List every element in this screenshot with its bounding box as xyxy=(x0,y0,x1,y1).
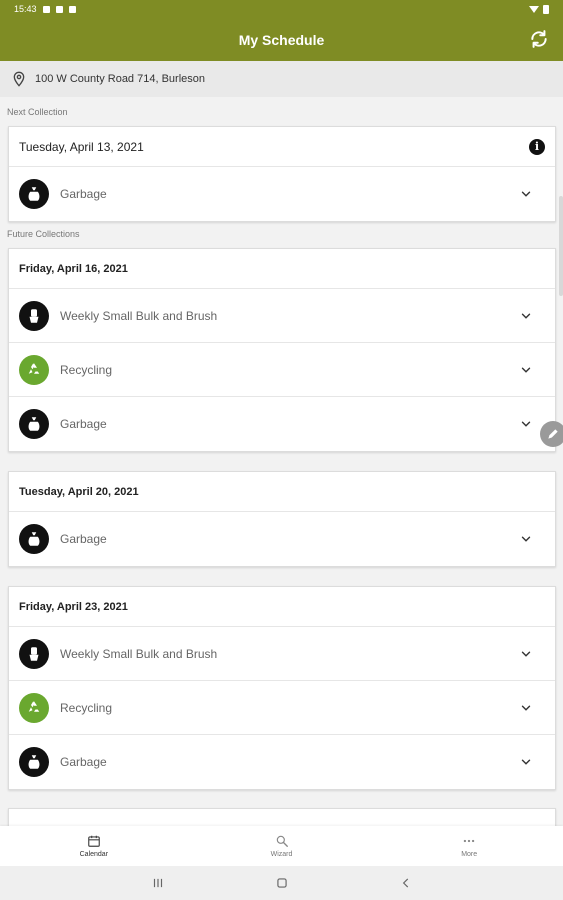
collection-date-header: Friday, April 23, 2021 xyxy=(9,587,555,627)
page-title: My Schedule xyxy=(238,31,325,48)
back-icon[interactable] xyxy=(399,876,413,890)
garbage-bag-icon xyxy=(19,524,49,554)
chevron-down-icon[interactable] xyxy=(519,532,533,546)
collection-item-recycling[interactable]: Recycling xyxy=(9,343,555,397)
recycling-icon xyxy=(19,692,49,723)
collection-item-label: Garbage xyxy=(60,417,107,431)
next-collection-card: Tuesday, April 13, 2021 i Garbage xyxy=(8,126,556,222)
address-text: 100 W County Road 714, Burleson xyxy=(35,73,205,85)
collection-item-garbage[interactable]: Garbage xyxy=(9,512,555,566)
recycling-icon xyxy=(19,354,49,385)
chevron-down-icon[interactable] xyxy=(519,187,533,201)
notification-icon xyxy=(55,5,63,13)
notification-icon xyxy=(42,5,50,13)
bulk-brush-icon xyxy=(19,638,49,669)
collection-date: Tuesday, April 20, 2021 xyxy=(19,485,139,498)
collection-card: Friday, April 23, 2021 Weekly Small Bulk… xyxy=(8,586,556,790)
bottom-nav: Calendar Wizard More xyxy=(0,826,563,866)
garbage-bag-icon xyxy=(19,179,49,209)
collection-item-bulk-brush[interactable]: Weekly Small Bulk and Brush xyxy=(9,289,555,343)
chevron-down-icon[interactable] xyxy=(519,309,533,323)
future-collections-label: Future Collections xyxy=(7,229,80,239)
calendar-icon xyxy=(87,835,100,847)
collection-item-label: Garbage xyxy=(60,532,107,546)
collection-date: Tuesday, April 13, 2021 xyxy=(19,139,144,154)
garbage-bag-icon xyxy=(19,409,49,439)
nav-label: Wizard xyxy=(270,851,293,858)
recent-apps-icon[interactable] xyxy=(151,876,165,890)
nav-more[interactable]: More xyxy=(375,826,563,866)
collection-item-garbage[interactable]: Garbage xyxy=(9,735,555,789)
search-icon xyxy=(276,835,288,847)
chevron-down-icon[interactable] xyxy=(519,647,533,661)
collection-card: Friday, April 16, 2021 Weekly Small Bulk… xyxy=(8,248,556,452)
collection-date-header: Tuesday, April 13, 2021 i xyxy=(9,127,555,167)
collection-date-header: Tuesday, April 20, 2021 xyxy=(9,472,555,512)
status-bar: 15:43 xyxy=(0,0,563,18)
scrollbar[interactable] xyxy=(559,196,563,296)
next-collection-label: Next Collection xyxy=(7,107,68,117)
chevron-down-icon[interactable] xyxy=(519,755,533,769)
address-bar[interactable]: 100 W County Road 714, Burleson xyxy=(0,61,563,97)
nav-wizard[interactable]: Wizard xyxy=(188,826,376,866)
refresh-icon[interactable] xyxy=(529,29,549,49)
bulk-brush-icon xyxy=(19,300,49,331)
edit-button[interactable] xyxy=(540,421,563,447)
status-time: 15:43 xyxy=(14,4,37,14)
garbage-bag-icon xyxy=(19,747,49,777)
collection-date: Friday, April 16, 2021 xyxy=(19,262,128,275)
location-pin-icon xyxy=(13,71,25,87)
collection-item-label: Weekly Small Bulk and Brush xyxy=(60,646,218,661)
nav-label: Calendar xyxy=(79,851,109,858)
collection-item-garbage[interactable]: Garbage xyxy=(9,397,555,451)
collection-item-label: Weekly Small Bulk and Brush xyxy=(60,308,218,323)
collection-item-label: Garbage xyxy=(60,755,107,769)
pencil-icon xyxy=(548,429,558,439)
nav-calendar[interactable]: Calendar xyxy=(0,826,188,866)
collection-item-label: Recycling xyxy=(60,700,113,715)
chevron-down-icon[interactable] xyxy=(519,417,533,431)
collection-item-garbage[interactable]: Garbage xyxy=(9,167,555,221)
collection-date-header: Friday, April 16, 2021 xyxy=(9,249,555,289)
info-icon[interactable]: i xyxy=(529,138,545,155)
collection-card: Tuesday, April 20, 2021 Garbage xyxy=(8,471,556,567)
collection-item-recycling[interactable]: Recycling xyxy=(9,681,555,735)
battery-icon xyxy=(543,4,549,14)
chevron-down-icon[interactable] xyxy=(519,701,533,715)
collection-item-label: Recycling xyxy=(60,362,113,377)
more-icon xyxy=(463,839,475,843)
collection-item-bulk-brush[interactable]: Weekly Small Bulk and Brush xyxy=(9,627,555,681)
collection-item-label: Garbage xyxy=(60,187,107,201)
home-icon[interactable] xyxy=(275,876,289,890)
wifi-icon xyxy=(529,5,539,13)
notification-icon xyxy=(68,5,76,13)
system-nav-bar xyxy=(0,866,563,900)
chevron-down-icon[interactable] xyxy=(519,363,533,377)
app-bar: My Schedule xyxy=(0,18,563,61)
collection-date: Friday, April 23, 2021 xyxy=(19,600,128,613)
nav-label: More xyxy=(461,851,478,858)
